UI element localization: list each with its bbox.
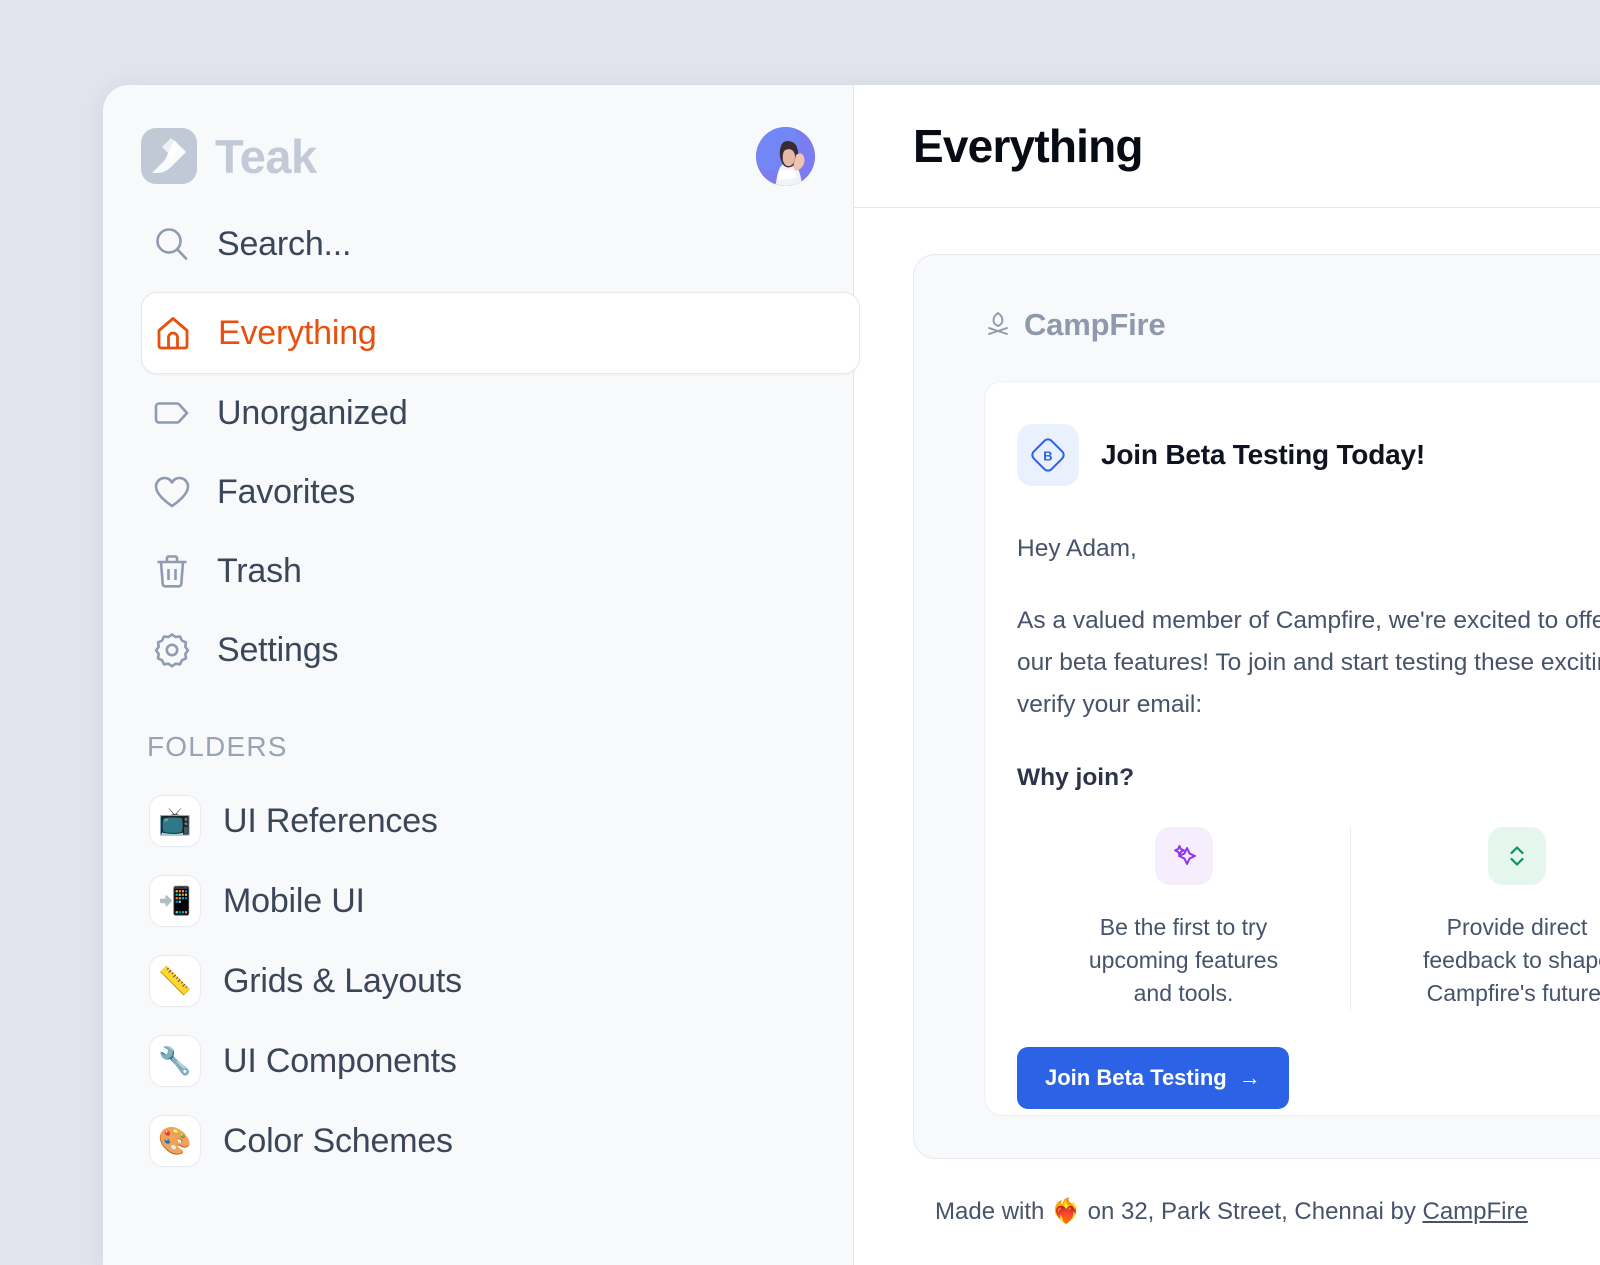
cta-label: Join Beta Testing [1045, 1064, 1227, 1090]
folder-label: Grids & Layouts [223, 961, 462, 1000]
folder-label: UI Components [223, 1041, 457, 1080]
sidebar-item-label: Trash [217, 551, 302, 590]
sidebar-folder-ui-references[interactable]: 📺 UI References [141, 789, 815, 853]
sidebar-item-label: Settings [217, 630, 339, 669]
search-icon [149, 223, 195, 265]
footer-note: Made with ❤️‍🔥 on 32, Park Street, Chenn… [935, 1197, 1600, 1226]
chevron-updown-icon [1488, 826, 1546, 885]
beta-diamond-b-icon: B [1017, 424, 1079, 486]
ruler-icon: 📏 [149, 955, 201, 1007]
email-card: B Join Beta Testing Today! Hey Adam, As … [984, 381, 1600, 1116]
main-header: Everything [854, 85, 1600, 208]
folder-label: Color Schemes [223, 1121, 453, 1160]
sidebar-folder-ui-components[interactable]: 🔧 UI Components [141, 1029, 815, 1093]
gear-icon [149, 629, 195, 671]
why-join-label: Why join? [1017, 763, 1135, 791]
sidebar-folder-grids-layouts[interactable]: 📏 Grids & Layouts [141, 949, 815, 1013]
search-placeholder: Search... [217, 224, 352, 263]
brand-name: Teak [215, 129, 317, 183]
sparkles-icon [1154, 826, 1213, 885]
app-window: Teak Search... Everything Unorganized Fa… [103, 85, 1600, 1265]
svg-text:B: B [1043, 449, 1052, 464]
arrow-right-icon: → [1238, 1064, 1261, 1090]
brand-row: Teak [141, 85, 815, 213]
sidebar-item-label: Everything [218, 313, 377, 352]
folders-section-title: FOLDERS [147, 731, 288, 762]
trash-icon [149, 550, 195, 592]
folder-label: UI References [223, 801, 438, 840]
sidebar-item-unorganized[interactable]: Unorganized [141, 382, 815, 444]
source-name: CampFire [1024, 307, 1166, 342]
message-card[interactable]: CampFire B Join Beta Testing Today! Hey … [913, 254, 1600, 1159]
tv-icon: 📺 [149, 795, 201, 847]
main-content: Everything CampFire B Join Beta Testing … [854, 85, 1600, 1265]
footer-middle: on 32, Park Street, Chennai by [1080, 1198, 1423, 1225]
join-beta-testing-button[interactable]: Join Beta Testing → [1017, 1046, 1289, 1109]
email-intro: As a valued member of Campfire, we're ex… [1017, 607, 1600, 719]
campfire-link[interactable]: CampFire [1422, 1198, 1527, 1225]
feature-list: Be the first to try upcoming features an… [1017, 826, 1600, 1011]
search-input[interactable]: Search... [141, 213, 815, 275]
feature-text: Provide direct feedback to shape Campfir… [1423, 913, 1600, 1007]
tag-icon [149, 392, 195, 434]
email-header: B Join Beta Testing Today! [1017, 424, 1600, 486]
email-greeting: Hey Adam, [1017, 535, 1137, 562]
home-icon [150, 312, 196, 354]
sidebar: Teak Search... Everything Unorganized Fa… [103, 85, 860, 1265]
feature-text: Be the first to try upcoming features an… [1088, 913, 1279, 1007]
heart-on-fire-icon: ❤️‍🔥 [1051, 1197, 1081, 1225]
sidebar-item-trash[interactable]: Trash [141, 540, 815, 602]
heart-icon [149, 471, 195, 513]
page-title: Everything [913, 120, 1144, 172]
sidebar-item-favorites[interactable]: Favorites [141, 461, 815, 523]
palette-icon: 🎨 [149, 1115, 201, 1167]
sidebar-item-settings[interactable]: Settings [141, 619, 815, 681]
sidebar-item-label: Favorites [217, 472, 356, 511]
source-row: CampFire [984, 307, 1600, 343]
footer-prefix: Made with [935, 1198, 1052, 1225]
teak-axe-logo-icon [141, 128, 197, 184]
sidebar-folder-color-schemes[interactable]: 🎨 Color Schemes [141, 1109, 815, 1173]
sidebar-item-label: Unorganized [217, 393, 408, 432]
feature-item: Provide direct feedback to shape Campfir… [1350, 826, 1600, 1011]
avatar[interactable] [756, 126, 815, 186]
campfire-icon [984, 309, 1012, 342]
wrench-icon: 🔧 [149, 1035, 201, 1087]
email-subject: Join Beta Testing Today! [1101, 439, 1425, 470]
main-body: CampFire B Join Beta Testing Today! Hey … [854, 208, 1600, 1265]
sidebar-item-everything[interactable]: Everything [141, 292, 860, 374]
folder-label: Mobile UI [223, 881, 365, 920]
feature-item: Be the first to try upcoming features an… [1017, 826, 1350, 1011]
mobile-phone-icon: 📲 [149, 875, 201, 927]
sidebar-folder-mobile-ui[interactable]: 📲 Mobile UI [141, 869, 815, 933]
